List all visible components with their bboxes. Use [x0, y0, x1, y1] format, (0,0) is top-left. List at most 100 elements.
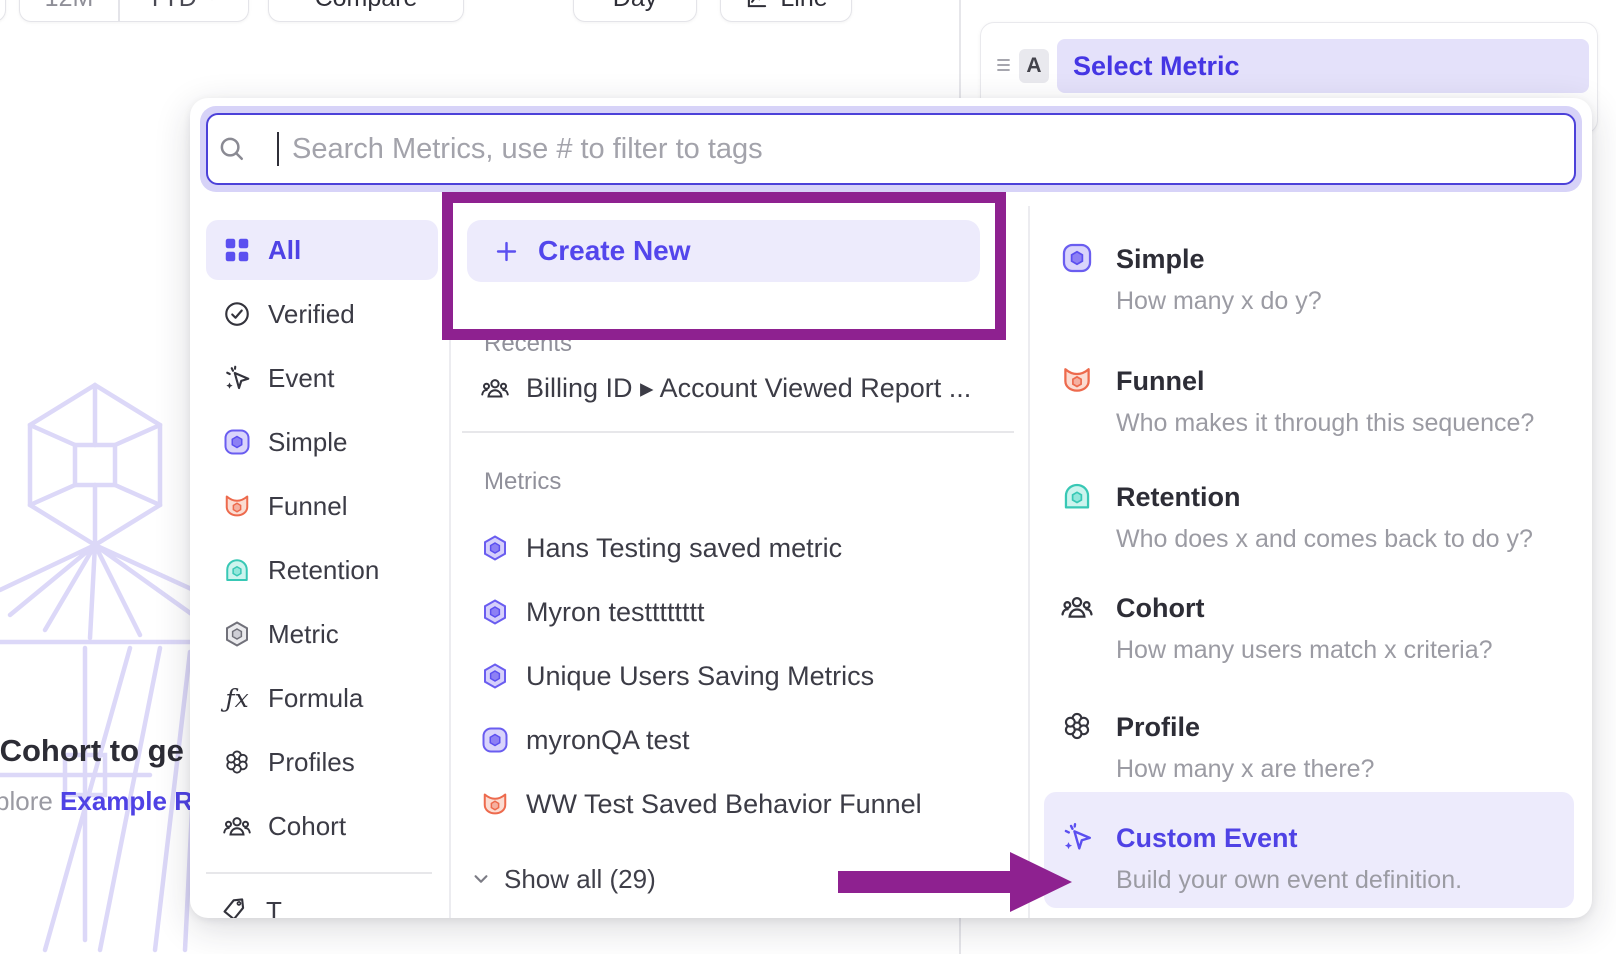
sidebar-item-label: Funnel	[268, 491, 348, 522]
tag-icon	[219, 893, 252, 918]
recents-divider	[462, 431, 1014, 433]
funnel-icon	[1060, 363, 1094, 397]
type-desc: Build your own event definition.	[1116, 862, 1462, 898]
types-divider	[1028, 206, 1030, 918]
sidebar-item-label: Formula	[268, 683, 363, 714]
interval-day-button[interactable]: Day	[573, 0, 697, 22]
chevron-down-icon	[468, 866, 494, 892]
sidebar-item-profiles[interactable]: Profiles	[206, 732, 438, 792]
sidebar-item-label: Simple	[268, 427, 347, 458]
sidebar-section-divider	[206, 872, 432, 874]
caret-down-icon	[203, 0, 221, 7]
metric-hexagon-icon	[222, 619, 252, 649]
funnel-icon	[480, 789, 510, 819]
type-funnel[interactable]: Funnel Who makes it through this sequenc…	[1060, 363, 1592, 441]
profiles-icon	[222, 747, 252, 777]
select-metric-field[interactable]: Select Metric	[1057, 39, 1589, 93]
text-caret	[277, 132, 279, 166]
example-reports-link[interactable]: Example Re	[60, 786, 207, 816]
type-retention[interactable]: Retention Who does x and comes back to d…	[1060, 479, 1592, 557]
sidebar-item-all[interactable]: All	[206, 220, 438, 280]
sidebar-item-label: Profiles	[268, 747, 355, 778]
range-ytd-label: YTD	[147, 0, 197, 13]
recent-item-label: Billing ID ▸ Account Viewed Report ...	[526, 373, 971, 404]
type-custom-event[interactable]: Custom Event Build your own event defini…	[1060, 820, 1592, 898]
funnel-icon	[222, 491, 252, 521]
sidebar-item-verified[interactable]: Verified	[206, 284, 438, 344]
series-badge: A	[1019, 49, 1049, 83]
range-12m-button[interactable]: 12M	[20, 0, 118, 21]
metric-item[interactable]: Hans Testing saved metric	[480, 520, 1025, 576]
sidebar-item-cohort[interactable]: Cohort	[206, 796, 438, 856]
sidebar-item-event[interactable]: Event	[206, 348, 438, 408]
annotation-arrow	[838, 871, 1010, 893]
recent-item-billing[interactable]: Billing ID ▸ Account Viewed Report ...	[480, 360, 1025, 416]
retention-icon	[1060, 479, 1094, 513]
sidebar-item-funnel[interactable]: Funnel	[206, 476, 438, 536]
type-profile[interactable]: Profile How many x are there?	[1060, 709, 1592, 787]
metric-item-label: Hans Testing saved metric	[526, 533, 842, 564]
range-ytd-button[interactable]: YTD	[120, 0, 249, 21]
metric-hexagon-purple-icon	[480, 533, 510, 563]
sidebar-partial-item[interactable]: T	[266, 896, 282, 918]
sidebar-item-metric[interactable]: Metric	[206, 604, 438, 664]
simple-metric-icon	[1060, 241, 1094, 275]
cohort-icon	[1060, 590, 1094, 624]
type-desc: How many users match x criteria?	[1116, 632, 1493, 668]
simple-metric-icon	[480, 725, 510, 755]
sidebar-item-label: Verified	[268, 299, 355, 330]
interval-label: Day	[613, 0, 657, 13]
metric-item[interactable]: WW Test Saved Behavior Funnel	[480, 776, 1025, 832]
annotation-arrow-head	[1010, 852, 1072, 912]
compare-button[interactable]: Compare	[268, 0, 464, 22]
sidebar-item-label: Cohort	[268, 811, 346, 842]
sidebar-item-retention[interactable]: Retention	[206, 540, 438, 600]
sidebar-item-formula[interactable]: ƒx Formula	[206, 668, 438, 728]
type-cohort[interactable]: Cohort How many users match x criteria?	[1060, 590, 1592, 668]
metric-item[interactable]: myronQA test	[480, 712, 1025, 768]
annotation-box	[442, 192, 1006, 340]
type-desc: Who makes it through this sequence?	[1116, 405, 1534, 441]
type-title: Profile	[1116, 709, 1374, 745]
metric-hexagon-purple-icon	[480, 661, 510, 691]
range-12m-label: 12M	[45, 0, 94, 13]
drag-handle-icon[interactable]	[993, 53, 1017, 77]
sidebar-item-label: All	[268, 235, 301, 266]
metric-item-label: Myron testttttttt	[526, 597, 705, 628]
sidebar-item-label: Metric	[268, 619, 339, 650]
cohort-icon	[480, 373, 510, 403]
simple-metric-icon	[222, 427, 252, 457]
explore-line: xplore Example Re	[0, 786, 207, 817]
retention-icon	[222, 555, 252, 585]
type-desc: Who does x and comes back to do y?	[1116, 521, 1533, 557]
metric-picker-modal: All Verified Event Simple Funnel Retenti…	[190, 98, 1592, 918]
metric-item-label: myronQA test	[526, 725, 690, 756]
compare-label: Compare	[315, 0, 418, 13]
grid-icon	[222, 235, 252, 265]
sidebar-item-simple[interactable]: Simple	[206, 412, 438, 472]
date-range-group: 12M YTD	[19, 0, 249, 22]
explore-prefix-fragment: xplore	[0, 786, 60, 816]
profiles-icon	[1060, 709, 1094, 743]
metrics-header: Metrics	[484, 468, 561, 496]
toolbar-edge-button[interactable]	[0, 0, 6, 22]
type-title: Custom Event	[1116, 820, 1462, 856]
metric-item[interactable]: Myron testttttttt	[480, 584, 1025, 640]
type-desc: How many x are there?	[1116, 751, 1374, 787]
search-icon	[217, 134, 247, 164]
verified-badge-icon	[222, 299, 252, 329]
select-metric-label: Select Metric	[1073, 51, 1240, 82]
sidebar-item-label: Retention	[268, 555, 379, 586]
type-simple[interactable]: Simple How many x do y?	[1060, 241, 1592, 319]
show-all-label: Show all (29)	[504, 864, 656, 895]
metric-item[interactable]: Unique Users Saving Metrics	[480, 648, 1025, 704]
type-title: Simple	[1116, 241, 1322, 277]
chart-type-line-button[interactable]: Line	[720, 0, 852, 22]
chart-type-label: Line	[780, 0, 827, 13]
type-title: Funnel	[1116, 363, 1534, 399]
line-chart-icon	[744, 0, 770, 11]
type-desc: How many x do y?	[1116, 283, 1322, 319]
show-all-button[interactable]: Show all (29)	[468, 851, 868, 907]
type-title: Retention	[1116, 479, 1533, 515]
search-input[interactable]	[206, 113, 1576, 185]
